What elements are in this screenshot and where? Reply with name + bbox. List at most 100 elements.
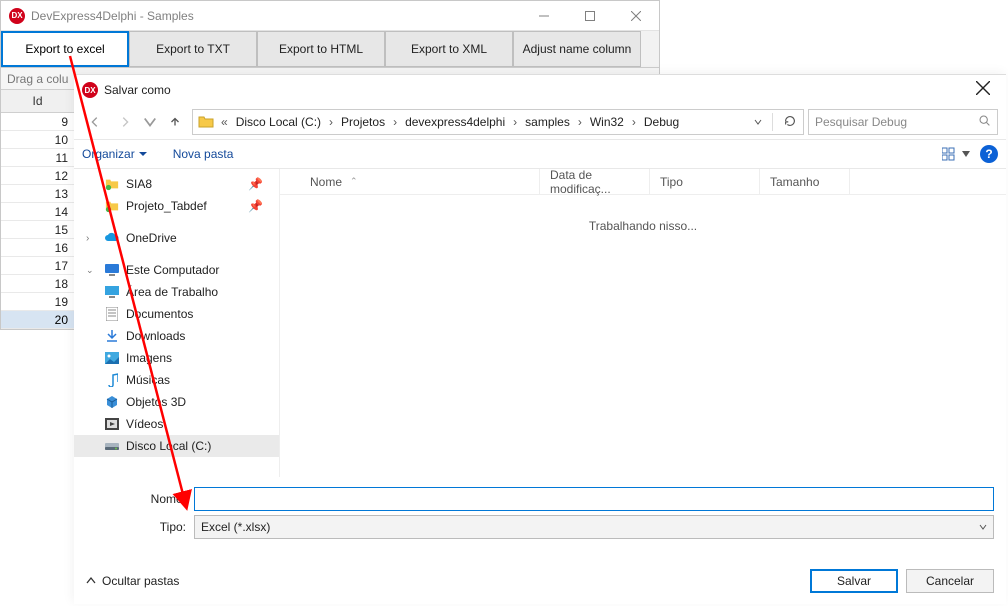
view-mode-button[interactable] [942,147,970,161]
cell-id: 13 [1,185,75,202]
cell-id: 9 [1,113,75,130]
dialog-close-button[interactable] [968,77,998,104]
dialog-title: Salvar como [104,83,171,97]
export-html-button[interactable]: Export to HTML [257,31,385,67]
adjust-column-button[interactable]: Adjust name column [513,31,641,67]
cell-id: 18 [1,275,75,292]
cell-id: 20 [1,311,75,328]
organize-button[interactable]: Organizar [82,147,147,161]
title-bar: DX DevExpress4Delphi - Samples [1,1,659,31]
search-placeholder: Pesquisar Debug [815,115,907,129]
filetype-value: Excel (*.xlsx) [201,520,270,534]
music-icon [104,372,120,388]
chevron-right-icon[interactable]: › [327,115,335,129]
chevron-right-icon[interactable]: › [511,115,519,129]
tree-label: Downloads [126,329,185,343]
nav-forward-button[interactable] [112,109,138,135]
refresh-button[interactable] [777,114,803,131]
toolbar: Export to excel Export to TXT Export to … [1,31,659,68]
tree-item-downloads[interactable]: Downloads [74,325,279,347]
minimize-button[interactable] [521,1,567,31]
tree-item-documents[interactable]: Documentos [74,303,279,325]
tree-label: Documentos [126,307,193,321]
chevron-right-icon[interactable]: › [576,115,584,129]
tree-item-onedrive[interactable]: › OneDrive [74,227,279,249]
dialog-toolbar: Organizar Nova pasta ? [74,139,1006,169]
tree-item-computer[interactable]: ⌄ Este Computador [74,259,279,281]
cell-id: 11 [1,149,75,166]
column-date[interactable]: Data de modificaç... [540,169,650,194]
breadcrumb-item[interactable]: Win32 [584,110,630,134]
dialog-actions: Ocultar pastas Salvar Cancelar [74,555,1006,593]
chevron-left-icon[interactable]: « [219,115,230,129]
new-folder-button[interactable]: Nova pasta [173,147,234,161]
save-button[interactable]: Salvar [810,569,898,593]
folder-shortcut-icon [104,176,120,192]
help-button[interactable]: ? [980,145,998,163]
tree-label: OneDrive [126,231,177,245]
nav-back-button[interactable] [82,109,108,135]
dropdown-icon [979,520,987,534]
column-name[interactable]: Nome ⌃ [300,169,540,194]
filetype-combo[interactable]: Excel (*.xlsx) [194,515,994,539]
chevron-right-icon[interactable]: › [391,115,399,129]
folder-tree: SIA8 📌 Projeto_Tabdef 📌 › OneDrive [74,169,280,477]
hide-folders-label: Ocultar pastas [102,574,179,588]
chevron-right-icon[interactable]: › [630,115,638,129]
folder-icon [193,114,219,130]
address-dropdown-icon[interactable] [748,115,768,129]
breadcrumb-item[interactable]: samples [519,110,576,134]
tree-item-images[interactable]: Imagens [74,347,279,369]
breadcrumb-item[interactable]: Projetos [335,110,391,134]
dialog-titlebar: DX Salvar como [74,75,1006,105]
column-header-id[interactable]: Id [1,90,75,112]
filetype-label: Tipo: [86,520,194,534]
column-type[interactable]: Tipo [650,169,760,194]
search-input[interactable]: Pesquisar Debug [808,109,998,135]
search-icon [978,114,991,130]
tree-label: Músicas [126,373,170,387]
downloads-icon [104,328,120,344]
dialog-nav-row: « Disco Local (C:) › Projetos › devexpre… [74,105,1006,139]
nav-up-button[interactable] [162,109,188,135]
window-title: DevExpress4Delphi - Samples [31,9,194,23]
images-icon [104,350,120,366]
tree-item-tabdef[interactable]: Projeto_Tabdef 📌 [74,195,279,217]
address-bar[interactable]: « Disco Local (C:) › Projetos › devexpre… [192,109,804,135]
nav-history-dropdown[interactable] [142,109,158,135]
tree-item-desktop[interactable]: Área de Trabalho [74,281,279,303]
tree-item-sia8[interactable]: SIA8 📌 [74,173,279,195]
column-size[interactable]: Tamanho [760,169,850,194]
app-icon: DX [9,8,25,24]
tree-item-videos[interactable]: Vídeos [74,413,279,435]
working-message: Trabalhando nisso... [280,195,1006,477]
cloud-icon [104,230,120,246]
folder-shortcut-icon [104,198,120,214]
tree-label: Imagens [126,351,172,365]
chevron-up-icon [86,576,96,586]
close-button[interactable] [613,1,659,31]
desktop-icon [104,284,120,300]
tree-label: Este Computador [126,263,219,277]
tree-item-3d[interactable]: Objetos 3D [74,391,279,413]
export-xml-button[interactable]: Export to XML [385,31,513,67]
tree-label: Vídeos [126,417,163,431]
cell-id: 15 [1,221,75,238]
cancel-button[interactable]: Cancelar [906,569,994,593]
dialog-icon: DX [82,82,98,98]
breadcrumb-item[interactable]: Disco Local (C:) [230,110,327,134]
tree-label: Projeto_Tabdef [126,199,207,213]
organize-label: Organizar [82,147,135,161]
hide-folders-button[interactable]: Ocultar pastas [86,574,179,588]
filename-input[interactable] [194,487,994,511]
export-excel-button[interactable]: Export to excel [1,31,129,67]
cell-id: 12 [1,167,75,184]
maximize-button[interactable] [567,1,613,31]
tree-item-music[interactable]: Músicas [74,369,279,391]
objects3d-icon [104,394,120,410]
breadcrumb-item[interactable]: Debug [638,110,685,134]
tree-item-local-c[interactable]: Disco Local (C:) [74,435,279,457]
export-txt-button[interactable]: Export to TXT [129,31,257,67]
breadcrumb-item[interactable]: devexpress4delphi [399,110,511,134]
videos-icon [104,416,120,432]
